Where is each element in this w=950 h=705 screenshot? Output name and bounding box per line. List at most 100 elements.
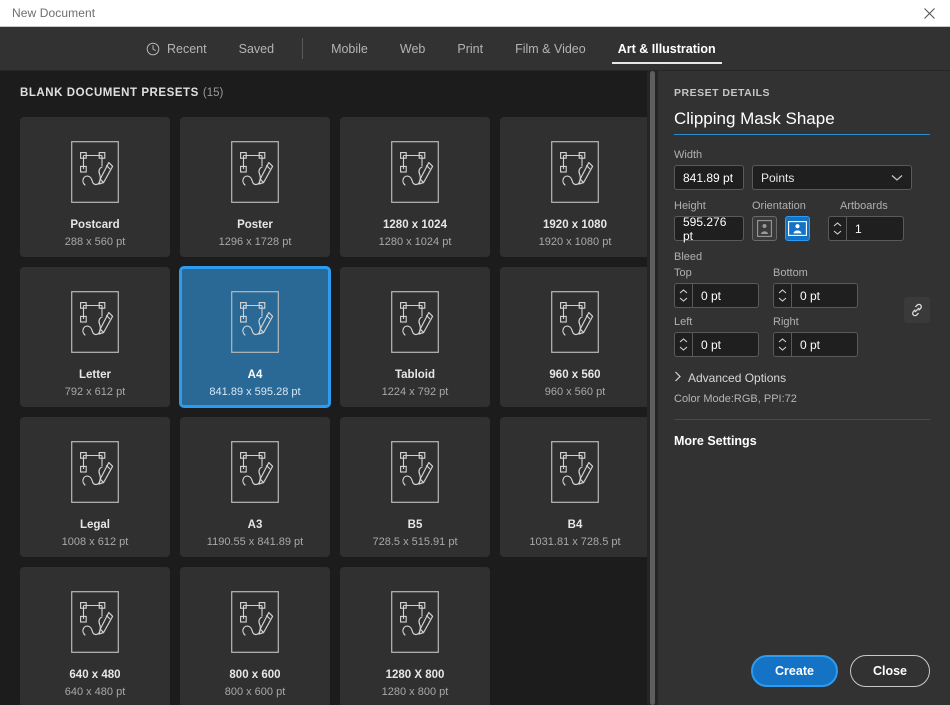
presets-pane: BLANK DOCUMENT PRESETS (15) Postcard 288 x… [0, 71, 658, 705]
preset-card[interactable]: 960 x 560 960 x 560 pt [500, 267, 650, 407]
preset-card[interactable]: Legal 1008 x 612 pt [20, 417, 170, 557]
artboards-stepper[interactable] [828, 216, 846, 241]
artboard-pen-icon [391, 441, 439, 503]
preset-name: 640 x 480 [69, 669, 121, 681]
more-settings-button[interactable]: More Settings [674, 434, 930, 448]
preset-name: B5 [407, 519, 423, 531]
bleed-bottom-stepper[interactable] [773, 283, 791, 308]
bleed-right-label: Right [773, 316, 799, 328]
clock-icon [146, 42, 160, 56]
advanced-options-label: Advanced Options [688, 371, 787, 385]
stepper-down-icon [778, 346, 787, 351]
window-title: New Document [12, 6, 96, 20]
tab-web[interactable]: Web [384, 27, 441, 70]
preset-size: 960 x 560 pt [544, 386, 606, 398]
tab-recent-label: Recent [167, 41, 207, 56]
tab-saved-label: Saved [238, 41, 275, 56]
create-button[interactable]: Create [751, 655, 838, 687]
preset-name: Poster [237, 219, 273, 231]
stepper-down-icon [778, 297, 787, 302]
tab-divider [302, 38, 304, 59]
advanced-options-toggle[interactable]: Advanced Options [674, 371, 930, 385]
tab-art-illustration[interactable]: Art & Illustration [602, 27, 732, 70]
orientation-portrait-icon[interactable] [752, 216, 777, 241]
preset-card[interactable]: Tabloid 1224 x 792 pt [340, 267, 490, 407]
close-button[interactable]: Close [849, 655, 930, 687]
preset-size: 640 x 480 pt [64, 686, 126, 698]
artboard-pen-icon [231, 291, 279, 353]
artboard-pen-icon [551, 441, 599, 503]
preset-card[interactable]: 640 x 480 640 x 480 pt [20, 567, 170, 705]
preset-name: A3 [247, 519, 263, 531]
document-name-input[interactable]: Clipping Mask Shape [674, 109, 930, 135]
presets-scrollbar-thumb[interactable] [650, 71, 655, 705]
preset-name: 1280 x 1024 [383, 219, 447, 231]
preset-size: 1280 x 800 pt [381, 686, 449, 698]
chevron-right-icon [674, 371, 682, 385]
preset-name: Postcard [70, 219, 120, 231]
units-select[interactable]: Points [752, 165, 912, 190]
height-input[interactable]: 595.276 pt [674, 215, 744, 243]
presets-count: (15) [202, 87, 224, 99]
units-select-value: Points [761, 170, 795, 185]
link-chain-icon[interactable] [904, 297, 930, 323]
stepper-up-icon [778, 289, 787, 294]
presets-scrollbar[interactable] [647, 71, 658, 705]
stepper-down-icon [679, 346, 688, 351]
width-input[interactable]: 841.89 pt [674, 165, 744, 190]
preset-card[interactable]: B5 728.5 x 515.91 pt [340, 417, 490, 557]
artboard-pen-icon [551, 141, 599, 203]
stepper-up-icon [679, 289, 688, 294]
bleed-bottom-input[interactable]: 0 pt [791, 283, 858, 308]
tab-recent[interactable]: Recent [130, 27, 223, 70]
details-divider [674, 419, 930, 420]
artboards-label: Artboards [840, 200, 888, 212]
bleed-bottom-label: Bottom [773, 267, 808, 279]
bleed-left-stepper[interactable] [674, 332, 692, 357]
preset-size: 1224 x 792 pt [381, 386, 449, 398]
orientation-label: Orientation [752, 200, 806, 212]
artboards-input[interactable]: 1 [846, 216, 904, 241]
artboard-pen-icon [71, 141, 119, 203]
tab-mobile[interactable]: Mobile [315, 27, 384, 70]
bleed-top-input[interactable]: 0 pt [692, 283, 759, 308]
preset-card[interactable]: A4 841.89 x 595.28 pt [180, 267, 330, 407]
preset-card[interactable]: 1280 X 800 1280 x 800 pt [340, 567, 490, 705]
preset-size: 800 x 600 pt [224, 686, 286, 698]
preset-details-pane: PRESET DETAILS Clipping Mask Shape Width… [658, 71, 950, 705]
chevron-down-icon [891, 174, 903, 182]
bleed-left-input[interactable]: 0 pt [692, 332, 759, 357]
tab-film-video[interactable]: Film & Video [499, 27, 602, 70]
bleed-top-stepper[interactable] [674, 283, 692, 308]
preset-card[interactable]: A3 1190.55 x 841.89 pt [180, 417, 330, 557]
stepper-down-icon [833, 230, 842, 235]
tab-saved[interactable]: Saved [223, 27, 290, 70]
preset-card[interactable]: 1920 x 1080 1920 x 1080 pt [500, 117, 650, 257]
preset-card[interactable]: 800 x 600 800 x 600 pt [180, 567, 330, 705]
preset-card[interactable]: Letter 792 x 612 pt [20, 267, 170, 407]
preset-size: 1280 x 1024 pt [378, 236, 452, 248]
preset-card[interactable]: Postcard 288 x 560 pt [20, 117, 170, 257]
preset-card[interactable]: 1280 x 1024 1280 x 1024 pt [340, 117, 490, 257]
artboard-pen-icon [231, 441, 279, 503]
presets-heading: BLANK DOCUMENT PRESETS (15) [0, 71, 658, 99]
bleed-right-input[interactable]: 0 pt [791, 332, 858, 357]
artboard-pen-icon [231, 591, 279, 653]
bleed-right-stepper[interactable] [773, 332, 791, 357]
preset-size: 792 x 612 pt [64, 386, 126, 398]
bleed-top-label: Top [674, 267, 692, 279]
tab-mobile-label: Mobile [331, 41, 368, 56]
orientation-landscape-icon[interactable] [785, 216, 810, 241]
preset-size: 1920 x 1080 pt [538, 236, 612, 248]
artboard-pen-icon [391, 291, 439, 353]
preset-details-heading: PRESET DETAILS [674, 87, 771, 99]
dialog-body: BLANK DOCUMENT PRESETS (15) Postcard 288 x… [0, 71, 950, 705]
tab-film-video-label: Film & Video [515, 41, 586, 56]
preset-card[interactable]: B4 1031.81 x 728.5 pt [500, 417, 650, 557]
preset-card[interactable]: Poster 1296 x 1728 pt [180, 117, 330, 257]
tab-print[interactable]: Print [441, 27, 499, 70]
preset-size: 728.5 x 515.91 pt [372, 536, 458, 548]
preset-name: 1920 x 1080 [543, 219, 607, 231]
preset-size: 288 x 560 pt [64, 236, 126, 248]
close-icon[interactable] [916, 2, 942, 24]
